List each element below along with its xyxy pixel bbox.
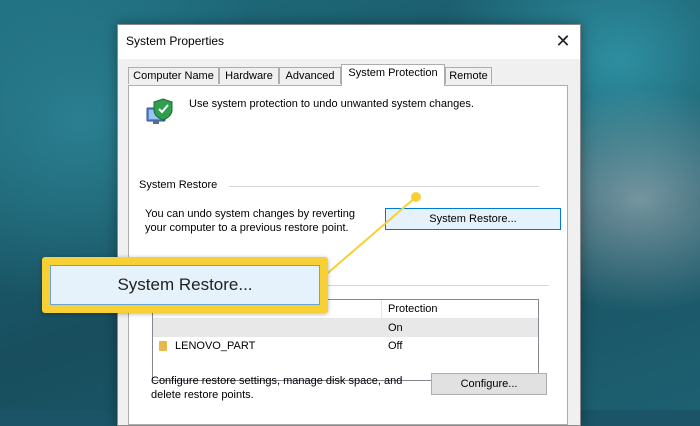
tab-system-protection[interactable]: System Protection [341,64,445,86]
system-restore-group-label: System Restore [139,179,222,191]
tab-hardware[interactable]: Hardware [219,67,279,84]
drive-name: LENOVO_PART [175,340,256,352]
group-divider [229,186,539,187]
system-properties-dialog: System Properties ✕ Computer Name Hardwa… [117,24,581,426]
tab-computer-name[interactable]: Computer Name [128,67,219,84]
tab-remote[interactable]: Remote [445,67,492,84]
intro-text: Use system protection to undo unwanted s… [189,98,474,110]
drive-protection-status: Off [388,340,403,352]
drive-folder-icon [159,341,167,351]
callout-highlight: System Restore... [42,257,328,313]
system-protection-panel: Use system protection to undo unwanted s… [128,85,568,425]
window-title: System Properties [126,34,225,48]
configure-button[interactable]: Configure... [431,373,547,395]
configure-description: Configure restore settings, manage disk … [151,375,403,401]
column-divider [381,300,382,318]
tab-advanced[interactable]: Advanced [279,67,341,84]
drive-protection-status: On [388,322,403,334]
callout-system-restore-button[interactable]: System Restore... [50,265,320,305]
system-restore-button[interactable]: System Restore... [385,208,561,230]
drive-row[interactable]: LENOVO_PART Off [153,337,538,355]
column-header-protection[interactable]: Protection [388,303,438,315]
drive-row[interactable]: On [153,319,538,337]
title-bar: System Properties ✕ [118,25,580,59]
system-restore-description: You can undo system changes by reverting… [145,208,355,234]
close-icon[interactable]: ✕ [550,29,576,53]
system-protection-icon [146,98,173,124]
